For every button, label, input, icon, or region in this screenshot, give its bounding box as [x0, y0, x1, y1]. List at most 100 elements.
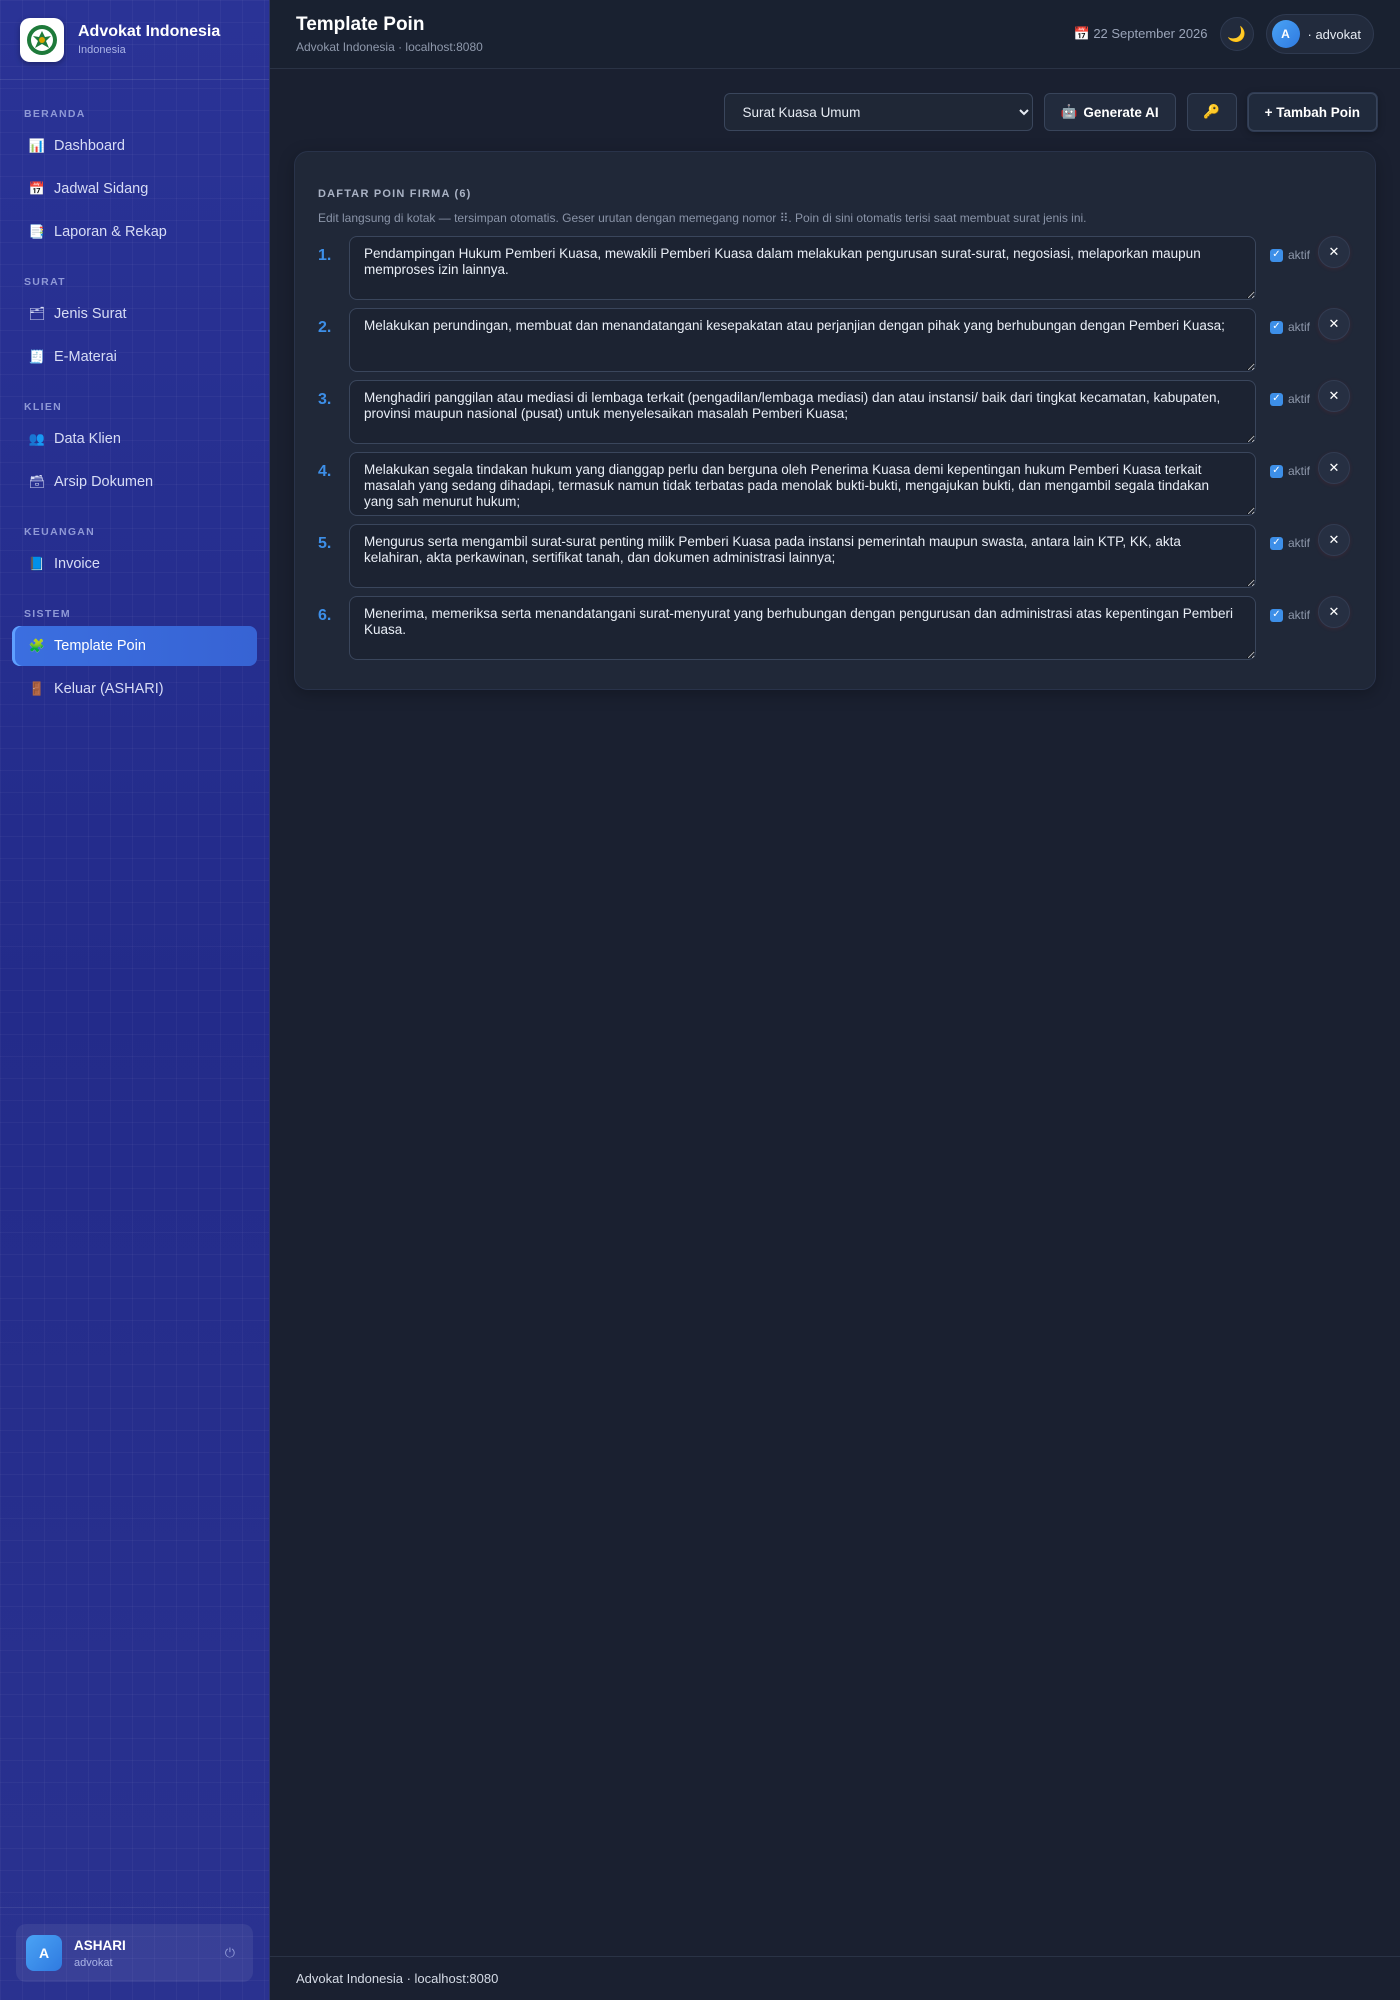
point-textarea[interactable]: Melakukan segala tindakan hukum yang dia…: [349, 452, 1256, 516]
chart-icon: 📊: [28, 138, 46, 153]
point-row: 2. Melakukan perundingan, membuat dan me…: [295, 308, 1375, 380]
receipt-icon: 🧾: [28, 349, 46, 364]
generate-ai-label: Generate AI: [1083, 104, 1159, 120]
delete-point-button[interactable]: ✕: [1318, 380, 1350, 412]
key-icon: 🔑: [1203, 104, 1221, 119]
point-textarea[interactable]: Mengurus serta mengambil surat-surat pen…: [349, 524, 1256, 588]
sidebar-item-jenis-surat[interactable]: 🗂 Jenis Surat: [12, 294, 257, 334]
close-icon: ✕: [1328, 532, 1340, 547]
point-drag-handle[interactable]: 4.: [318, 463, 331, 481]
point-row: 1. Pendampingan Hukum Pemberi Kuasa, mew…: [295, 236, 1375, 308]
sidebar-item-template-poin[interactable]: 🧩 Template Poin: [12, 626, 257, 666]
checkbox-checked-icon[interactable]: ✓: [1270, 320, 1283, 334]
nav-section-label: BERANDA: [24, 108, 86, 120]
sidebar-item-data-klien[interactable]: 👥 Data Klien: [12, 419, 257, 459]
card-hint: Edit langsung di kotak — tersimpan otoma…: [318, 211, 1087, 225]
checkbox-checked-icon[interactable]: ✓: [1270, 248, 1283, 262]
card-title: DAFTAR POIN FIRMA (6): [318, 188, 472, 200]
sidebar-user-card[interactable]: A ASHARI advokat ⏻: [16, 1924, 253, 1982]
point-drag-handle[interactable]: 2.: [318, 319, 331, 337]
avatar: A: [26, 1935, 62, 1971]
point-active-label: aktif: [1288, 464, 1311, 478]
close-icon: ✕: [1328, 388, 1340, 403]
delete-point-button[interactable]: ✕: [1318, 596, 1350, 628]
page-title: Template Poin: [296, 14, 425, 35]
sidebar-item-label: Jenis Surat: [54, 306, 127, 322]
delete-point-button[interactable]: ✕: [1318, 236, 1350, 268]
calendar-icon: 📅: [28, 181, 46, 196]
sidebar-divider: [0, 1907, 269, 1908]
point-active-toggle[interactable]: ✓ aktif: [1270, 248, 1310, 262]
page-subtitle: Advokat Indonesia · localhost:8080: [296, 40, 483, 54]
point-active-label: aktif: [1288, 248, 1311, 262]
point-active-label: aktif: [1288, 320, 1311, 334]
letter-type-select[interactable]: Surat Kuasa Umum: [723, 93, 1033, 131]
point-active-label: aktif: [1288, 536, 1311, 550]
sidebar-item-jadwal-sidang[interactable]: 📅 Jadwal Sidang: [12, 169, 257, 209]
footer-text: Advokat Indonesia · localhost:8080: [296, 1971, 499, 1986]
delete-point-button[interactable]: ✕: [1318, 524, 1350, 556]
point-drag-handle[interactable]: 1.: [318, 247, 331, 265]
close-icon: ✕: [1328, 244, 1340, 259]
point-active-toggle[interactable]: ✓ aktif: [1270, 392, 1310, 406]
checkbox-checked-icon[interactable]: ✓: [1270, 464, 1283, 478]
checkbox-checked-icon[interactable]: ✓: [1270, 536, 1283, 550]
theme-toggle-button[interactable]: 🌙: [1219, 17, 1254, 51]
sidebar-item-dashboard[interactable]: 📊 Dashboard: [12, 126, 257, 166]
brand-subtitle: Indonesia: [78, 44, 126, 56]
sidebar-item-arsip-dokumen[interactable]: 🗃 Arsip Dokumen: [12, 462, 257, 502]
point-drag-handle[interactable]: 3.: [318, 391, 331, 409]
user-name: ASHARI: [74, 1937, 126, 1953]
point-textarea[interactable]: Pendampingan Hukum Pemberi Kuasa, mewaki…: [349, 236, 1256, 300]
puzzle-icon: 🧩: [28, 638, 46, 653]
close-icon: ✕: [1328, 460, 1340, 475]
point-active-toggle[interactable]: ✓ aktif: [1270, 608, 1310, 622]
user-menu-button[interactable]: A · advokat: [1265, 14, 1374, 54]
brand[interactable]: Advokat Indonesia Indonesia: [0, 0, 269, 80]
points-list: 1. Pendampingan Hukum Pemberi Kuasa, mew…: [295, 236, 1375, 668]
api-key-button[interactable]: 🔑: [1186, 93, 1237, 131]
sidebar-item-label: Dashboard: [54, 138, 125, 154]
point-textarea[interactable]: Melakukan perundingan, membuat dan menan…: [349, 308, 1256, 372]
date-display: 📅 22 September 2026: [1074, 26, 1208, 42]
robot-icon: 🤖: [1060, 104, 1078, 119]
nav-section-label: KLIEN: [24, 401, 62, 413]
sidebar-item-label: Laporan & Rekap: [54, 224, 167, 240]
invoice-icon: 📘: [28, 556, 46, 571]
sidebar-item-laporan-rekap[interactable]: 📑 Laporan & Rekap: [12, 212, 257, 252]
sidebar-nav: BERANDA 📊 Dashboard 📅 Jadwal Sidang 📑 Laporan …: [0, 108, 269, 709]
point-drag-handle[interactable]: 6.: [318, 607, 331, 625]
sidebar-item-e-materai[interactable]: 🧾 E-Materai: [12, 337, 257, 377]
point-active-toggle[interactable]: ✓ aktif: [1270, 464, 1310, 478]
points-card: DAFTAR POIN FIRMA (6) Edit langsung di k…: [294, 151, 1376, 690]
power-icon[interactable]: ⏻: [225, 1945, 235, 1961]
close-icon: ✕: [1328, 604, 1340, 619]
users-icon: 👥: [28, 431, 46, 446]
point-textarea[interactable]: Menerima, memeriksa serta menandatangani…: [349, 596, 1256, 660]
point-drag-handle[interactable]: 5.: [318, 535, 331, 553]
point-active-toggle[interactable]: ✓ aktif: [1270, 320, 1310, 334]
close-icon: ✕: [1328, 316, 1340, 331]
sidebar-item-keluar-ashari[interactable]: 🚪 Keluar (ASHARI): [12, 669, 257, 709]
point-active-toggle[interactable]: ✓ aktif: [1270, 536, 1310, 550]
user-role: advokat: [74, 1956, 113, 1969]
nav-section-label: SURAT: [24, 276, 66, 288]
avatar: A: [1271, 20, 1300, 48]
checkbox-checked-icon[interactable]: ✓: [1270, 608, 1283, 622]
sidebar-item-label: Keluar (ASHARI): [54, 681, 164, 697]
point-row: 6. Menerima, memeriksa serta menandatang…: [295, 596, 1375, 668]
delete-point-button[interactable]: ✕: [1318, 308, 1350, 340]
point-textarea[interactable]: Menghadiri panggilan atau mediasi di lem…: [349, 380, 1256, 444]
door-icon: 🚪: [28, 681, 46, 696]
report-icon: 📑: [28, 224, 46, 239]
sidebar-item-label: Invoice: [54, 556, 100, 572]
delete-point-button[interactable]: ✕: [1318, 452, 1350, 484]
sidebar-item-invoice[interactable]: 📘 Invoice: [12, 544, 257, 584]
sidebar-item-label: Jadwal Sidang: [54, 181, 149, 197]
archive-icon: 🗃: [28, 474, 46, 489]
generate-ai-button[interactable]: 🤖 Generate AI: [1043, 93, 1176, 131]
checkbox-checked-icon[interactable]: ✓: [1270, 392, 1283, 406]
user-menu-label: · advokat: [1307, 26, 1361, 42]
add-point-button[interactable]: + Tambah Poin: [1247, 93, 1377, 131]
point-active-label: aktif: [1288, 392, 1311, 406]
